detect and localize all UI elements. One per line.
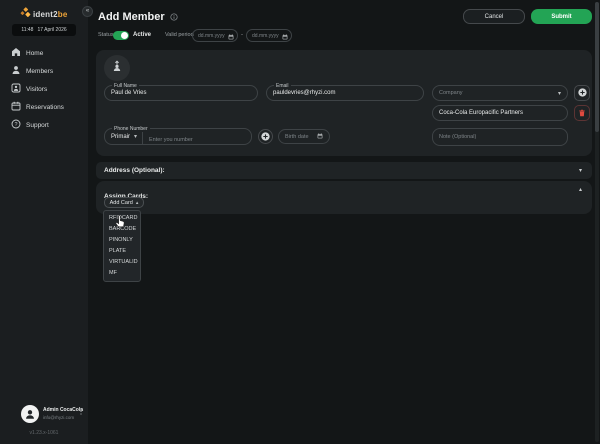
phone-type-value: Primair [111, 134, 130, 140]
chevron-down-icon[interactable]: ▾ [579, 167, 582, 174]
cancel-button[interactable]: Cancel [463, 9, 525, 24]
phone-fieldset: Phone Number Primair ▾ Enter you number [104, 128, 252, 145]
add-card-label: Add Card [110, 200, 133, 206]
trash-icon [578, 104, 586, 122]
profile-menu-icon[interactable]: ⋮ [77, 407, 85, 416]
sidebar-item-label: Members [26, 68, 53, 75]
sidebar-item-home[interactable]: Home [0, 44, 88, 62]
card-type-option-barcode[interactable]: BARCODE [104, 224, 140, 235]
add-card-button[interactable]: Add Card ▴ [104, 197, 144, 208]
user-email: info@rhyzi.com [43, 415, 74, 420]
app-window: ident2be 11:48 17 April 2026 Home Member… [0, 0, 600, 444]
note-input[interactable]: Note (Optional) [432, 128, 568, 146]
app-version: v1.23.x-1061 [0, 430, 88, 436]
reservations-icon [11, 98, 21, 116]
date-range-separator: - [241, 32, 243, 38]
address-section-label: Address (Optional): [104, 167, 165, 174]
valid-from-placeholder: dd.mm.yyyy [198, 33, 225, 39]
chevron-up-icon: ▴ [136, 200, 139, 206]
status-toggle[interactable] [113, 31, 129, 40]
time-label: 11:48 [21, 27, 33, 33]
company-selected-value: Coca-Cola Europacific Partners [439, 110, 523, 116]
upload-photo-icon [111, 59, 123, 77]
card-type-option-virtualid[interactable]: VIRTUALID [104, 257, 140, 268]
info-icon [170, 8, 178, 26]
sidebar-item-support[interactable]: ? Support [0, 116, 88, 134]
address-section[interactable]: Address (Optional): ▾ [96, 162, 592, 179]
calendar-icon [228, 27, 234, 45]
valid-to-placeholder: dd.mm.yyyy [252, 33, 279, 39]
chevron-up-icon[interactable]: ▴ [579, 186, 582, 193]
brand-logo-icon [20, 5, 31, 23]
sidebar-item-reservations[interactable]: Reservations [0, 98, 88, 116]
scrollbar-thumb[interactable] [595, 2, 599, 132]
sidebar-item-label: Home [26, 50, 43, 57]
add-phone-button[interactable] [258, 129, 273, 144]
home-icon [11, 44, 21, 62]
sidebar-item-members[interactable]: Members [0, 62, 88, 80]
sidebar-item-label: Reservations [26, 104, 64, 111]
chevron-down-icon: ▾ [134, 133, 137, 140]
page-header: Add Member [98, 8, 178, 26]
note-placeholder: Note (Optional) [439, 134, 476, 140]
full-name-field[interactable]: Full Name Paul de Vries [104, 85, 258, 101]
remove-company-button[interactable] [574, 105, 590, 121]
status-value: Active [133, 32, 151, 38]
support-icon: ? [11, 116, 21, 134]
card-type-option-rfidcard[interactable]: RFIDCARD [104, 213, 140, 224]
brand-logo: ident2be [20, 5, 68, 23]
full-name-label: Full Name [112, 83, 139, 89]
calendar-icon [282, 27, 288, 45]
company-value-field[interactable]: Coca-Cola Europacific Partners [432, 105, 568, 121]
card-type-dropdown: RFIDCARD BARCODE PINONLY PLATE VIRTUALID… [103, 210, 141, 282]
chevron-down-icon: ▾ [558, 90, 561, 97]
phone-number-placeholder: Enter you number [149, 137, 193, 143]
sidebar-item-label: Support [26, 122, 49, 129]
status-label: Status [98, 32, 114, 38]
plus-circle-icon [261, 128, 270, 146]
add-company-button[interactable] [574, 85, 590, 101]
user-profile: Admin CocaCola info@rhyzi.com ⋮ [0, 402, 88, 428]
submit-button[interactable]: Submit [531, 9, 592, 24]
svg-text:?: ? [15, 122, 18, 128]
phone-label: Phone Number [112, 126, 150, 132]
email-label: Email [274, 83, 291, 89]
sidebar: ident2be 11:48 17 April 2026 Home Member… [0, 0, 88, 444]
calendar-icon [317, 133, 323, 141]
assign-cards-section: Assign Cards: ▴ Add Card ▴ [96, 181, 592, 214]
company-select[interactable]: Company ▾ [432, 85, 568, 101]
member-form-card: Full Name Paul de Vries Email pauldevrie… [96, 50, 592, 156]
status-bar: Status Active Valid period dd.mm.yyyy - … [88, 28, 600, 44]
sidebar-item-visitors[interactable]: Visitors [0, 80, 88, 98]
valid-to-input[interactable]: dd.mm.yyyy [246, 29, 292, 42]
sidebar-collapse-button[interactable]: « [82, 6, 93, 17]
datetime-badge: 11:48 17 April 2026 [12, 24, 76, 36]
plus-circle-icon [578, 84, 587, 102]
birth-date-input[interactable]: Birth date [278, 129, 330, 144]
page-title: Add Member [98, 11, 165, 23]
main-content: Add Member Cancel Submit Status Active V… [88, 0, 600, 444]
phone-number-input[interactable]: Enter you number [143, 128, 251, 146]
scrollbar [595, 2, 599, 442]
birth-date-placeholder: Birth date [285, 134, 309, 140]
members-icon [11, 62, 21, 80]
valid-from-input[interactable]: dd.mm.yyyy [192, 29, 238, 42]
email-value: pauldevries@rhyzi.com [273, 90, 335, 96]
valid-period-label: Valid period [165, 32, 194, 38]
sidebar-nav: Home Members Visitors Reservations ? Sup… [0, 44, 88, 134]
full-name-value: Paul de Vries [111, 90, 146, 96]
company-placeholder: Company [439, 90, 463, 96]
date-label: 17 April 2026 [37, 27, 66, 33]
user-avatar [21, 405, 39, 423]
email-field[interactable]: Email pauldevries@rhyzi.com [266, 85, 424, 101]
brand-name: ident2be [33, 10, 68, 19]
card-type-option-plate[interactable]: PLATE [104, 246, 140, 257]
sidebar-item-label: Visitors [26, 86, 47, 93]
photo-upload-button[interactable] [104, 55, 130, 81]
visitors-icon [11, 80, 21, 98]
card-type-option-mf[interactable]: MF [104, 268, 140, 279]
card-type-option-pinonly[interactable]: PINONLY [104, 235, 140, 246]
